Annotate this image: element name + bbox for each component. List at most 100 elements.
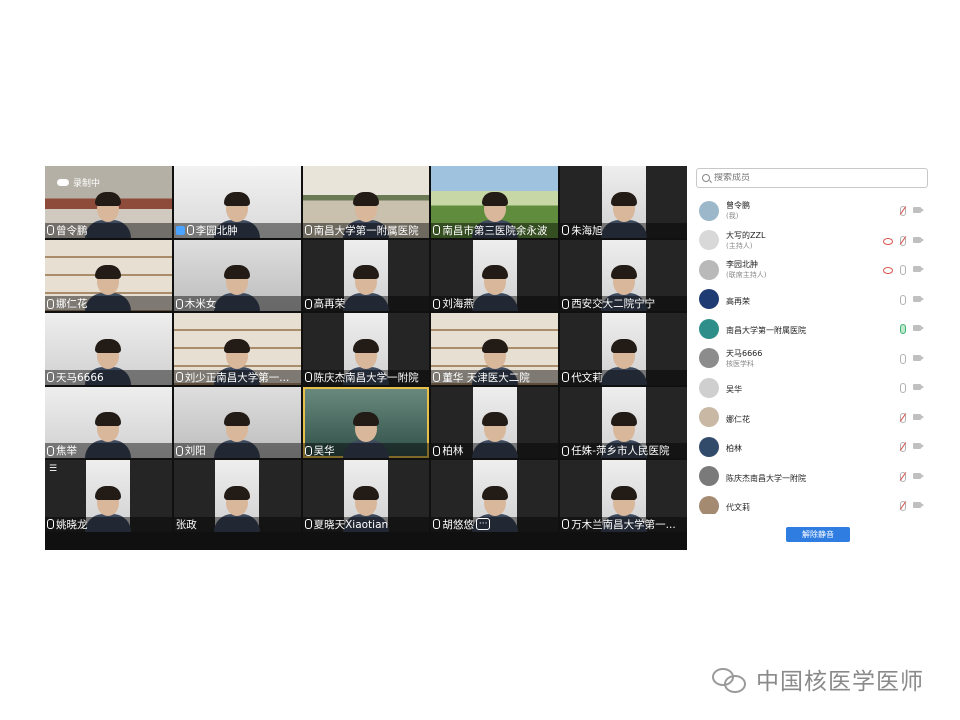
participant-name: 娜仁花 <box>56 298 88 311</box>
video-tile[interactable]: 陈庆杰南昌大学一附院 <box>302 313 430 385</box>
microphone-icon <box>562 445 570 456</box>
microphone-icon[interactable] <box>900 442 906 452</box>
microphone-icon[interactable] <box>900 353 906 364</box>
camera-icon[interactable] <box>913 266 924 272</box>
video-tile[interactable]: 刘少正南昌大学第一... <box>173 313 301 385</box>
camera-icon[interactable] <box>913 295 924 302</box>
microphone-icon[interactable] <box>900 235 906 246</box>
member-row[interactable]: 南昌大学第一附属医院 <box>689 314 934 344</box>
microphone-icon <box>562 519 570 530</box>
video-tile[interactable]: 娜仁花 <box>45 239 172 312</box>
microphone-icon[interactable] <box>900 324 906 334</box>
video-tile[interactable]: 刘阳 <box>173 386 301 459</box>
more-icon[interactable]: ··· <box>475 518 491 531</box>
tile-name-bar: 木米女 <box>173 296 301 312</box>
camera-icon[interactable] <box>913 443 924 449</box>
member-row[interactable]: 陈庆杰南昌大学一附院 <box>689 462 934 492</box>
participant-name: 柏林 <box>442 445 464 458</box>
participant-name: 万木兰南昌大学第一... <box>571 518 676 531</box>
member-search-input[interactable] <box>714 173 904 183</box>
microphone-icon[interactable] <box>900 206 906 216</box>
video-tile[interactable]: 胡悠悠 ··· <box>431 460 559 532</box>
camera-icon[interactable] <box>913 384 924 390</box>
member-row[interactable]: 天马6666 核医学科 <box>689 344 934 374</box>
video-tile[interactable]: 高再荣 <box>302 239 430 312</box>
microphone-icon <box>304 225 312 236</box>
video-tile[interactable]: ☰ 姚晓龙 <box>45 460 172 532</box>
video-tile[interactable]: 李园北肿 <box>173 166 301 238</box>
video-tile[interactable]: 天马6666 <box>45 313 172 385</box>
member-row[interactable]: 曾令鹏 (我) <box>689 196 934 226</box>
participant-panel: 曾令鹏 (我) 大写的ZZL(主持人) 李园北肿 (联席主持人) 高再荣南昌大学第一附属医… <box>689 166 934 550</box>
microphone-icon <box>47 372 54 383</box>
avatar <box>699 377 719 398</box>
microphone-icon[interactable] <box>900 412 906 423</box>
member-name: 吴华 <box>726 385 742 394</box>
member-list[interactable]: 曾令鹏 (我) 大写的ZZL (主持人) 李园北肿 (联席主持人) 高再荣 南昌大学第一附属医… <box>689 196 934 514</box>
video-tile[interactable]: 木米女 <box>173 239 301 312</box>
video-tile[interactable]: 董华 天津医大二院 <box>431 313 559 385</box>
participant-name: 朱海旭 <box>571 224 603 237</box>
camera-icon[interactable] <box>913 502 924 508</box>
video-tile[interactable]: 西安交大二院宁宁 <box>560 239 687 312</box>
tile-name-bar: 万木兰南昌大学第一... <box>560 516 687 532</box>
participant-name: 刘少正南昌大学第一... <box>184 371 290 384</box>
camera-icon[interactable] <box>913 413 924 420</box>
video-tile[interactable]: 刘海燕 <box>431 239 559 312</box>
microphone-icon <box>562 225 570 236</box>
member-row[interactable]: 娜仁花 <box>689 403 934 433</box>
tile-name-bar: 天马6666 <box>45 369 172 385</box>
microphone-icon[interactable] <box>900 294 906 305</box>
camera-icon[interactable] <box>913 207 924 213</box>
camera-icon[interactable] <box>913 472 924 479</box>
member-row[interactable]: 李园北肿 (联席主持人) <box>689 255 934 285</box>
video-tile[interactable]: 录制中 曾令鹏 <box>45 166 172 238</box>
video-tile[interactable]: 吴华 <box>302 386 430 459</box>
microphone-icon <box>304 519 312 530</box>
video-tile[interactable]: 南昌市第三医院余永波 <box>431 166 559 238</box>
microphone-icon <box>433 445 441 456</box>
participant-name: 南昌大学第一附属医院 <box>313 224 419 237</box>
avatar <box>699 348 719 369</box>
tile-name-bar: 焦举 <box>45 443 172 459</box>
member-name: 大写的ZZL <box>726 230 766 240</box>
microphone-icon[interactable] <box>900 501 906 511</box>
video-tile[interactable]: 南昌大学第一附属医院 <box>302 166 430 238</box>
video-tile[interactable]: 焦举 <box>45 386 172 459</box>
eye-icon[interactable] <box>883 237 893 245</box>
video-tile[interactable]: 代文莉 <box>560 313 687 385</box>
video-tile[interactable]: 朱海旭 <box>560 166 687 238</box>
microphone-icon <box>175 372 183 383</box>
member-row[interactable]: 大写的ZZL (主持人) <box>689 226 934 256</box>
watermark: 中国核医学医师 <box>712 662 924 696</box>
microphone-icon[interactable] <box>900 265 906 275</box>
microphone-icon <box>433 225 441 236</box>
microphone-icon[interactable] <box>900 471 906 482</box>
tile-name-bar: 李园北肿 <box>173 222 301 238</box>
participant-name: 吴华 <box>313 445 335 458</box>
camera-icon[interactable] <box>913 236 924 243</box>
video-tile[interactable]: 柏林 <box>431 386 559 459</box>
member-search-box[interactable] <box>696 168 928 188</box>
member-row[interactable]: 柏林 <box>689 432 934 462</box>
camera-icon[interactable] <box>913 354 924 361</box>
video-tile[interactable]: 万木兰南昌大学第一... <box>560 460 687 532</box>
participant-name: 高再荣 <box>313 298 346 311</box>
unmute-button[interactable]: 解除静音 <box>786 527 850 542</box>
member-row[interactable]: 吴华 <box>689 373 934 403</box>
member-row[interactable]: 代文莉 <box>689 491 934 514</box>
eye-icon[interactable] <box>883 267 893 274</box>
tile-name-bar: 张政 <box>173 516 301 532</box>
camera-icon[interactable] <box>913 325 924 331</box>
user-icon <box>175 225 185 235</box>
tile-name-bar: 刘海燕 <box>431 296 559 312</box>
tile-name-bar: 刘少正南昌大学第一... <box>173 369 301 385</box>
tile-name-bar: 西安交大二院宁宁 <box>560 296 687 312</box>
video-tile[interactable]: 张政 <box>173 460 301 532</box>
tile-name-bar: 曾令鹏 <box>45 222 172 238</box>
video-tile[interactable]: 任姝-萍乡市人民医院 <box>560 386 687 459</box>
member-name: 娜仁花 <box>726 414 750 424</box>
member-row[interactable]: 高再荣 <box>689 285 934 315</box>
video-tile[interactable]: 夏晓天Xiaotian <box>302 460 430 532</box>
microphone-icon[interactable] <box>900 383 906 393</box>
